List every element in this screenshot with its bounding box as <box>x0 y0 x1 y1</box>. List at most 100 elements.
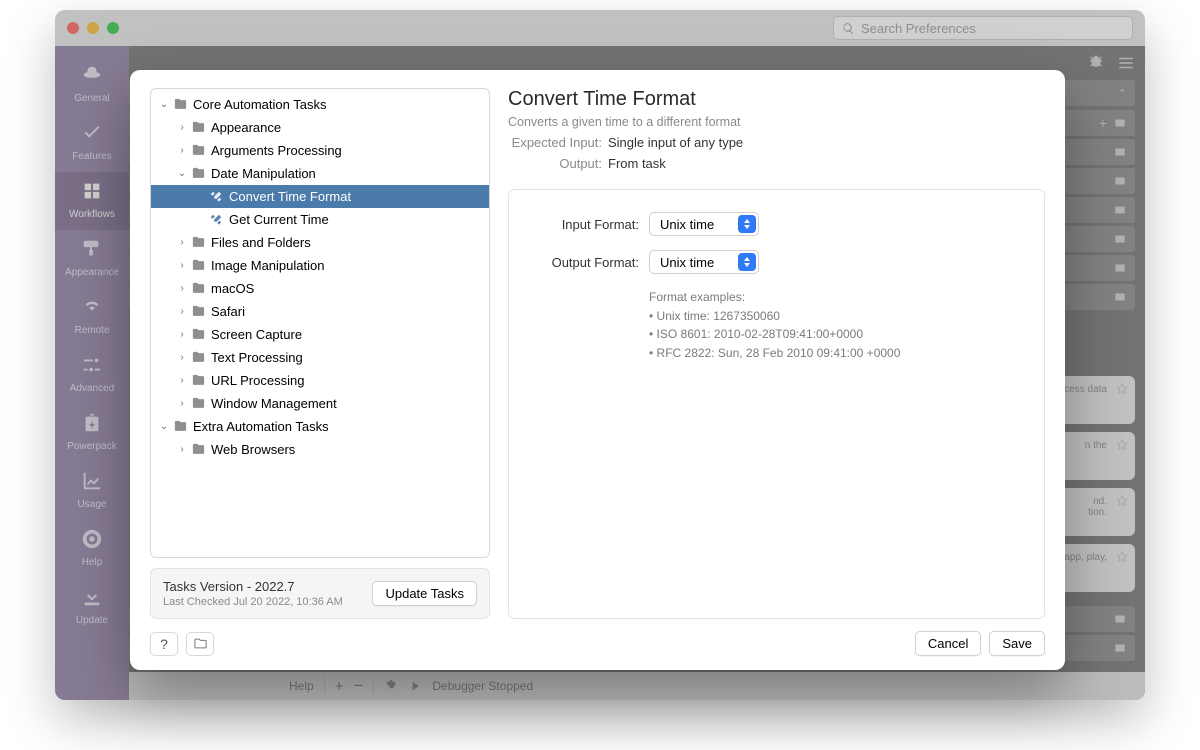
task-tree[interactable]: ⌄Core Automation Tasks › Appearance ›Argume… <box>150 88 490 558</box>
tree-folder[interactable]: › Appearance <box>151 116 489 139</box>
tool-icon <box>207 213 225 227</box>
window-controls[interactable] <box>67 22 119 34</box>
play-icon[interactable] <box>408 679 422 693</box>
close-icon[interactable] <box>67 22 79 34</box>
tree-folder[interactable]: › Screen Capture <box>151 323 489 346</box>
tree-label: Appearance <box>211 120 281 135</box>
folder-icon <box>189 235 207 250</box>
tree-label: URL Processing <box>211 373 304 388</box>
disclosure-icon[interactable]: ⌄ <box>175 168 189 179</box>
tree-folder[interactable]: ›Safari <box>151 300 489 323</box>
tree-folder[interactable]: ›Web Browsers <box>151 438 489 461</box>
tree-task[interactable]: Convert Time Format <box>151 185 489 208</box>
minimize-icon[interactable] <box>87 22 99 34</box>
disclosure-icon[interactable]: › <box>175 145 189 156</box>
output-format-select[interactable]: Unix time <box>649 250 759 274</box>
expected-input-label: Expected Input: <box>508 135 602 150</box>
update-tasks-button[interactable]: Update Tasks <box>372 581 477 606</box>
star-icon <box>1115 550 1129 567</box>
footer-help[interactable]: Help <box>289 679 314 693</box>
battery-icon <box>55 412 129 437</box>
sidebar-item-label: Usage <box>78 499 107 510</box>
sidebar-item-powerpack[interactable]: Powerpack <box>55 404 129 462</box>
footer-minus[interactable]: − <box>353 676 363 696</box>
input-format-select[interactable]: Unix time <box>649 212 759 236</box>
folder-icon <box>189 258 207 273</box>
chart-icon <box>55 470 129 495</box>
tree-label: Text Processing <box>211 350 303 365</box>
disclosure-icon[interactable]: › <box>175 444 189 455</box>
cancel-button[interactable]: Cancel <box>915 631 981 656</box>
disclosure-icon[interactable]: › <box>175 375 189 386</box>
tree-folder[interactable]: ›Window Management <box>151 392 489 415</box>
folder-icon <box>171 97 189 112</box>
tree-label: Image Manipulation <box>211 258 324 273</box>
sidebar-item-features[interactable]: Features <box>55 114 129 172</box>
output-format-value: Unix time <box>660 255 714 270</box>
disclosure-icon[interactable]: › <box>175 237 189 248</box>
folder-icon <box>189 281 207 296</box>
tree-folder[interactable]: › URL Processing <box>151 369 489 392</box>
tree-folder[interactable]: ⌄Core Automation Tasks <box>151 93 489 116</box>
sidebar-item-label: Workflows <box>69 209 115 220</box>
tree-folder[interactable]: ›Arguments Processing <box>151 139 489 162</box>
footer-plus[interactable]: + <box>335 678 344 695</box>
input-format-value: Unix time <box>660 217 714 232</box>
detail-title: Convert Time Format <box>508 88 1045 111</box>
sidebar-item-update[interactable]: Update <box>55 578 129 636</box>
menu-icon[interactable] <box>1117 54 1135 72</box>
sidebar-item-label: Appearance <box>65 267 119 278</box>
version-title: Tasks Version - 2022.7 <box>163 579 343 594</box>
sidebar-item-label: Remote <box>74 325 109 336</box>
download-icon <box>55 586 129 611</box>
bug-icon[interactable] <box>384 679 398 693</box>
output-value: From task <box>608 156 666 171</box>
lifebuoy-icon <box>55 528 129 553</box>
config-box: Input Format: Unix time Output Format: U… <box>508 189 1045 619</box>
sidebar-item-remote[interactable]: Remote <box>55 288 129 346</box>
tree-folder[interactable]: › Text Processing <box>151 346 489 369</box>
tree-label: Get Current Time <box>229 212 329 227</box>
save-button[interactable]: Save <box>989 631 1045 656</box>
sidebar-item-appearance[interactable]: Appearance <box>55 230 129 288</box>
folder-icon <box>189 373 207 388</box>
disclosure-icon[interactable]: › <box>175 122 189 133</box>
disclosure-icon[interactable]: › <box>175 260 189 271</box>
tree-label: Files and Folders <box>211 235 311 250</box>
tree-label: Date Manipulation <box>211 166 316 181</box>
search-input[interactable]: Search Preferences <box>833 16 1133 40</box>
tree-folder[interactable]: ⌄Extra Automation Tasks <box>151 415 489 438</box>
bug-icon[interactable] <box>1087 54 1105 72</box>
tree-folder[interactable]: ›macOS <box>151 277 489 300</box>
sidebar-item-label: Advanced <box>70 383 114 394</box>
titlebar: Search Preferences <box>55 10 1145 46</box>
input-format-label: Input Format: <box>529 217 639 232</box>
disclosure-icon[interactable]: › <box>175 283 189 294</box>
disclosure-icon[interactable]: › <box>175 329 189 340</box>
debugger-status: Debugger Stopped <box>432 679 533 693</box>
detail-panel: Convert Time Format Converts a given tim… <box>508 88 1045 619</box>
tree-label: Screen Capture <box>211 327 302 342</box>
disclosure-icon[interactable]: › <box>175 398 189 409</box>
sidebar-item-general[interactable]: General <box>55 56 129 114</box>
disclosure-icon[interactable]: › <box>175 306 189 317</box>
sidebar-item-label: Features <box>72 151 111 162</box>
zoom-icon[interactable] <box>107 22 119 34</box>
folder-icon <box>189 120 207 135</box>
tree-folder[interactable]: ⌄ Date Manipulation <box>151 162 489 185</box>
sidebar-item-label: General <box>74 93 110 104</box>
folder-icon <box>189 143 207 158</box>
sidebar-item-help[interactable]: Help <box>55 520 129 578</box>
tree-folder[interactable]: › Image Manipulation <box>151 254 489 277</box>
sidebar-item-usage[interactable]: Usage <box>55 462 129 520</box>
sidebar-item-advanced[interactable]: Advanced <box>55 346 129 404</box>
tree-folder[interactable]: › Files and Folders <box>151 231 489 254</box>
sidebar-item-workflows[interactable]: Workflows <box>55 172 129 230</box>
tree-task[interactable]: Get Current Time <box>151 208 489 231</box>
disclosure-icon[interactable]: ⌄ <box>157 421 171 432</box>
remote-icon <box>55 296 129 321</box>
disclosure-icon[interactable]: ⌄ <box>157 99 171 110</box>
disclosure-icon[interactable]: › <box>175 352 189 363</box>
help-button[interactable]: ? <box>150 632 178 656</box>
reveal-folder-button[interactable] <box>186 632 214 656</box>
